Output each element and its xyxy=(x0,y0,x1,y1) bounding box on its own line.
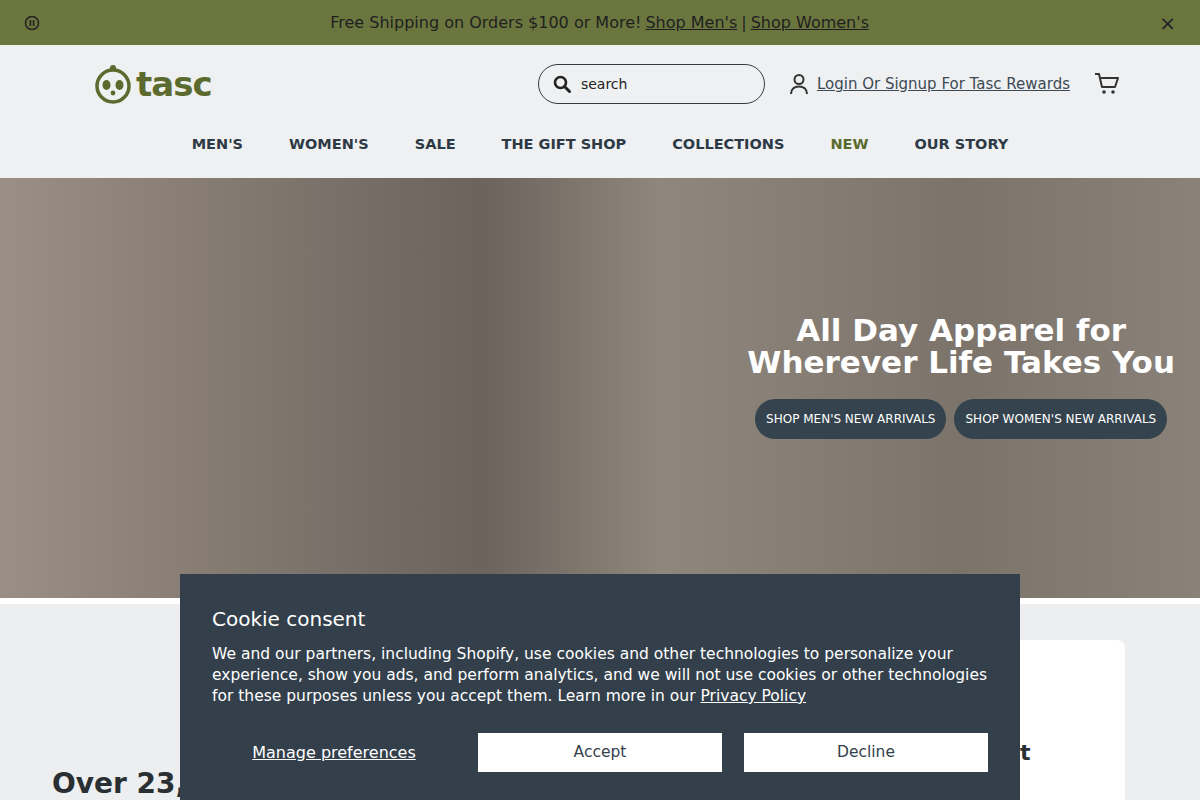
account-link[interactable]: Login Or Signup For Tasc Rewards xyxy=(817,73,1070,96)
shop-womens-link[interactable]: Shop Women's xyxy=(751,11,869,35)
accept-button[interactable]: Accept xyxy=(478,733,722,772)
nav-item[interactable]: NEW xyxy=(830,134,868,156)
hero-content: All Day Apparel forWherever Life Takes Y… xyxy=(747,315,1175,438)
hero-banner: All Day Apparel forWherever Life Takes Y… xyxy=(0,178,1200,598)
hero-button[interactable]: SHOP WOMEN'S NEW ARRIVALS xyxy=(954,399,1167,439)
nav-item[interactable]: THE GIFT SHOP xyxy=(502,134,627,156)
announcement-bar: Free Shipping on Orders $100 or More!Sho… xyxy=(0,0,1200,45)
hero-heading-line: Wherever Life Takes You xyxy=(747,347,1175,379)
cookie-title: Cookie consent xyxy=(212,604,988,634)
cookie-message: We and our partners, including Shopify, … xyxy=(212,645,987,705)
close-button[interactable]: × xyxy=(1159,13,1176,33)
card-text: t xyxy=(1020,740,1031,765)
hero-heading-line: All Day Apparel for xyxy=(747,315,1175,347)
search-input[interactable] xyxy=(579,73,750,96)
account: Login Or Signup For Tasc Rewards xyxy=(789,73,1070,96)
privacy-policy-link[interactable]: Privacy Policy xyxy=(700,687,806,705)
nav-item[interactable]: SALE xyxy=(415,134,456,156)
cart-icon[interactable] xyxy=(1094,72,1120,96)
shop-mens-link[interactable]: Shop Men's xyxy=(645,11,737,35)
decline-button[interactable]: Decline xyxy=(744,733,988,772)
nav-item[interactable]: OUR STORY xyxy=(914,134,1008,156)
hero-button[interactable]: SHOP MEN'S NEW ARRIVALS xyxy=(755,399,946,439)
manage-preferences-link[interactable]: Manage preferences xyxy=(252,741,416,765)
cookie-buttons: Manage preferences Accept Decline xyxy=(212,733,988,772)
nav-item[interactable]: WOMEN'S xyxy=(289,134,369,156)
announcement-message: Free Shipping on Orders $100 or More! xyxy=(330,11,641,35)
hero-buttons: SHOP MEN'S NEW ARRIVALSSHOP WOMEN'S NEW … xyxy=(747,399,1175,439)
separator: | xyxy=(741,11,746,35)
header-top: tasc Login Or Signup For Tasc Rewards xyxy=(0,45,1200,111)
logo[interactable]: tasc xyxy=(94,64,212,104)
logo-text: tasc xyxy=(136,67,212,101)
panda-icon xyxy=(94,64,132,104)
hero-heading: All Day Apparel forWherever Life Takes Y… xyxy=(747,315,1175,378)
cookie-consent: Cookie consent We and our partners, inclu… xyxy=(180,574,1020,800)
user-icon xyxy=(789,73,809,95)
nav-item[interactable]: COLLECTIONS xyxy=(672,134,784,156)
search-box xyxy=(538,64,765,104)
manage-cell: Manage preferences xyxy=(212,733,456,772)
pause-icon[interactable] xyxy=(24,15,40,31)
main-nav: MEN'S WOMEN'S SALE THE GIFT SHOP COLLECTIONS… xyxy=(0,111,1200,178)
nav-item[interactable]: MEN'S xyxy=(192,134,243,156)
announcement-text: Free Shipping on Orders $100 or More!Sho… xyxy=(330,11,869,35)
site-header: tasc Login Or Signup For Tasc Rewards MEN'… xyxy=(0,45,1200,178)
search-icon xyxy=(553,75,571,93)
cookie-text: We and our partners, including Shopify, … xyxy=(212,644,988,707)
